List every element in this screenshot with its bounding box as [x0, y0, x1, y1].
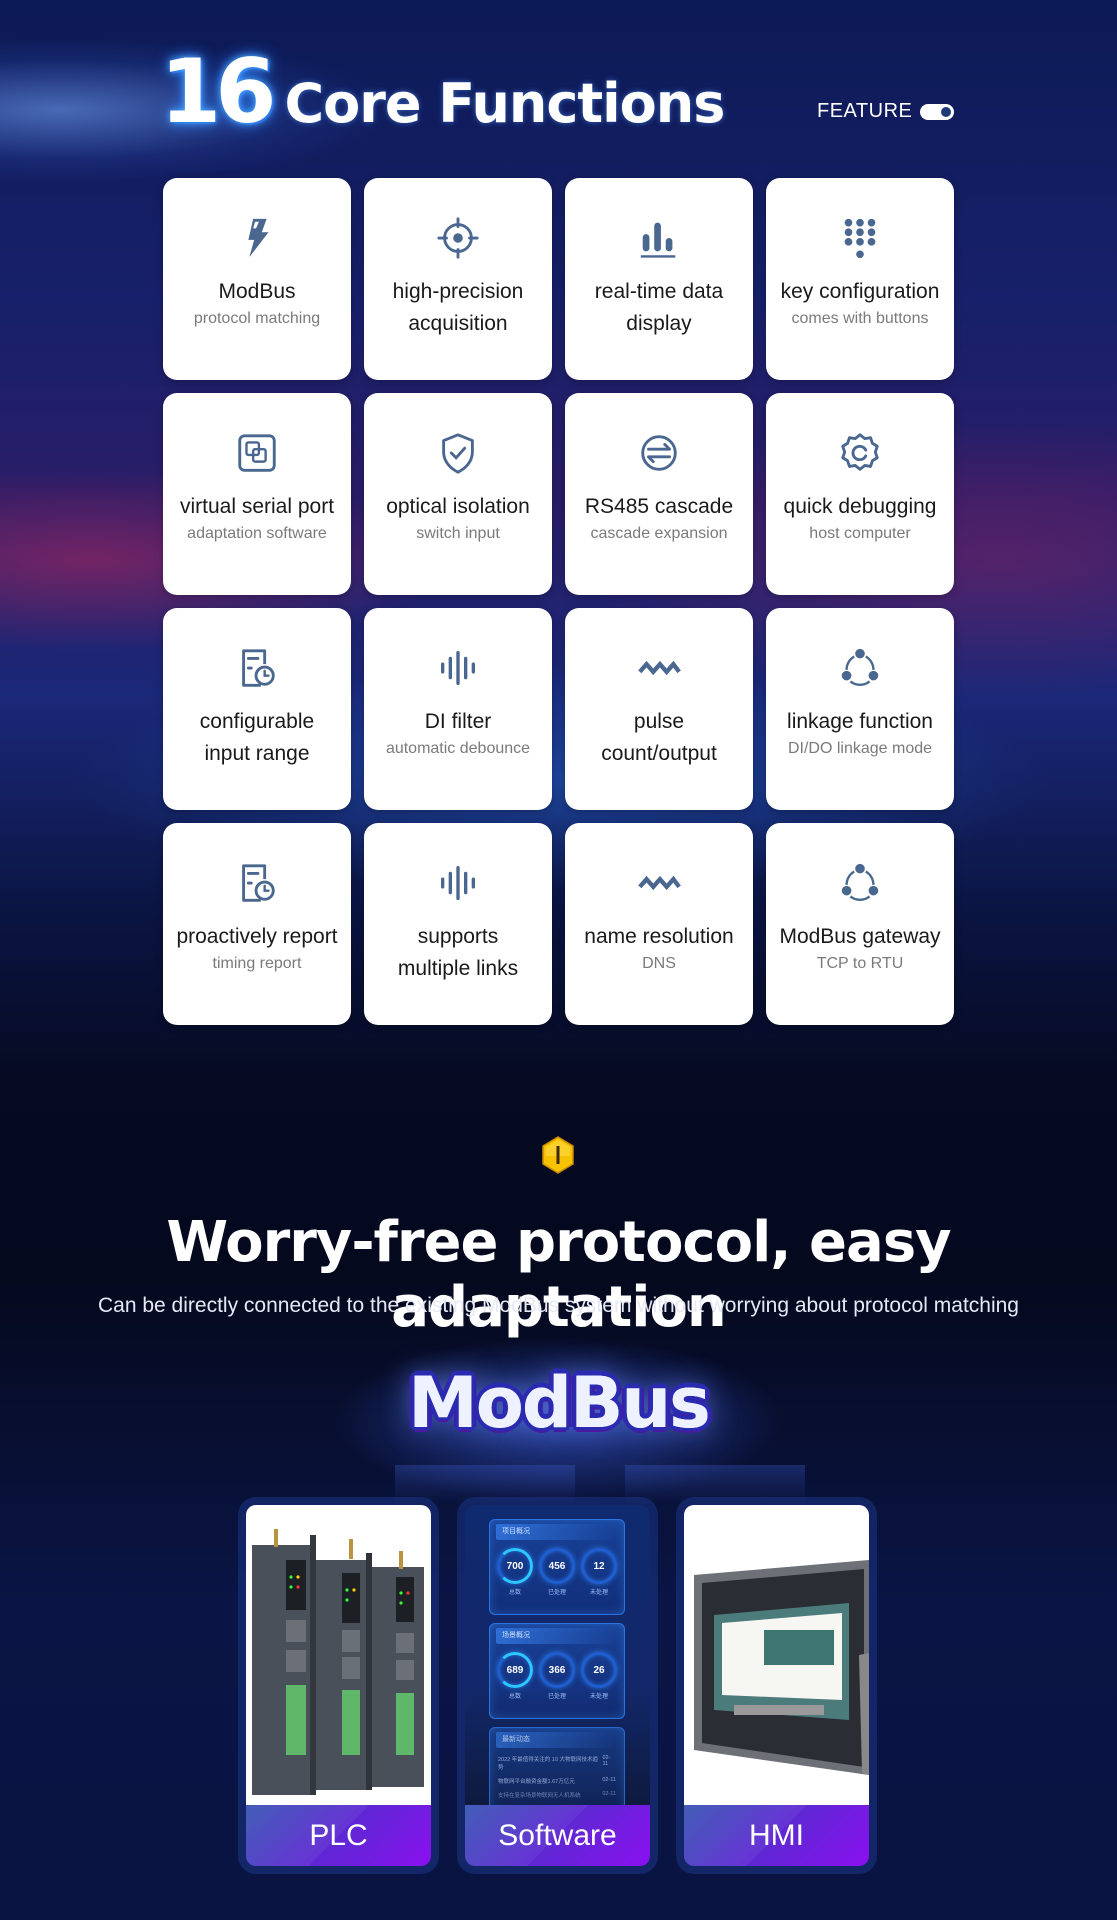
dashboard-panel: 场景概况 689 总数 366 已处理 26 未处理 [489, 1623, 625, 1719]
sound-wave-icon [434, 644, 482, 692]
device-caption: HMI [684, 1805, 869, 1866]
feature-subtitle: automatic debounce [385, 740, 531, 757]
feature-title: quick debugging [783, 495, 937, 518]
feature-subtitle: adaptation software [187, 525, 327, 542]
exchange-arrows-icon [635, 429, 683, 477]
feature-title: linkage function [787, 710, 933, 733]
feature-title: ModBus [218, 280, 296, 303]
feature-title: optical isolation [386, 495, 530, 518]
section2-subtitle: Can be directly connected to the existin… [98, 1294, 1019, 1317]
section-marker-icon [542, 1136, 574, 1174]
light-beam [625, 1465, 805, 1505]
gauge: 26 未处理 [581, 1652, 617, 1700]
gauge: 366 已处理 [539, 1652, 575, 1700]
modbus-logo: ModBus [408, 1362, 711, 1444]
plc-image [246, 1505, 431, 1805]
hmi-image [684, 1505, 869, 1805]
gauge: 12 未处理 [581, 1548, 617, 1596]
feature-card-6: optical isolation switch input [364, 393, 552, 595]
device-caption: Software [465, 1805, 650, 1866]
feature-title: virtual serial port [179, 495, 335, 518]
feature-subtitle: protocol matching [193, 310, 321, 327]
feature-title: supports multiple links [397, 925, 519, 980]
feature-card-1: ModBus protocol matching [163, 178, 351, 380]
gear-icon [836, 429, 884, 477]
feature-title: real-time data display [594, 280, 724, 335]
toggle-icon [920, 103, 955, 120]
feature-label: FEATURE [817, 100, 913, 122]
feature-title: high-precision acquisition [392, 280, 524, 335]
news-item: 物联网平台融资金额1.67万亿元 02-11 [498, 1777, 616, 1785]
feature-subtitle: cascade expansion [590, 525, 728, 542]
document-clock-icon [233, 859, 281, 907]
feature-card-10: DI filter automatic debounce [364, 608, 552, 810]
device-card-software: 项目概况 700 总数 456 已处理 12 未处理 场景概况 689 总数 366 已处… [465, 1505, 650, 1866]
section-heading: Core Functions [284, 72, 725, 135]
feature-card-8: quick debugging host computer [766, 393, 954, 595]
feature-card-12: linkage function DI/DO linkage mode [766, 608, 954, 810]
linkage-nodes-icon [836, 859, 884, 907]
lightning-icon [233, 214, 281, 262]
news-item: 2022 年最值得关注的 10 大物联网技术趋势 02-11 [498, 1755, 611, 1771]
feature-title: name resolution [584, 925, 734, 948]
feature-card-3: real-time data display [565, 178, 753, 380]
device-card-plc: PLC [246, 1505, 431, 1866]
feature-card-16: ModBus gateway TCP to RTU [766, 823, 954, 1025]
feature-subtitle: switch input [416, 525, 500, 542]
feature-card-13: proactively report timing report [163, 823, 351, 1025]
feature-title: ModBus gateway [779, 925, 941, 948]
feature-card-11: pulse count/output [565, 608, 753, 810]
feature-title: configurable input range [199, 710, 315, 765]
crosshair-icon [434, 214, 482, 262]
feature-card-4: key configuration comes with buttons [766, 178, 954, 380]
section-title: 16 Core Functions [160, 40, 725, 143]
sound-wave-icon [434, 859, 482, 907]
feature-title: RS485 cascade [584, 495, 734, 518]
feature-badge: FEATURE [817, 100, 955, 123]
device-list: PLC 项目概况 700 总数 456 已处理 12 未处理 场景概况 689 总数 3… [246, 1505, 869, 1866]
device-card-hmi: HMI [684, 1505, 869, 1866]
zigzag-wave-icon [635, 859, 683, 907]
software-dashboard: 项目概况 700 总数 456 已处理 12 未处理 场景概况 689 总数 366 已处… [465, 1505, 650, 1819]
feature-card-15: name resolution DNS [565, 823, 753, 1025]
feature-title: key configuration [780, 280, 940, 303]
document-clock-icon [233, 644, 281, 692]
section2-title: Worry-free protocol, easy adaptation [166, 1210, 951, 1340]
feature-card-9: configurable input range [163, 608, 351, 810]
feature-subtitle: timing report [212, 955, 302, 972]
feature-card-2: high-precision acquisition [364, 178, 552, 380]
feature-subtitle: DNS [642, 955, 676, 972]
dashboard-panel: 项目概况 700 总数 456 已处理 12 未处理 [489, 1519, 625, 1615]
overlap-squares-icon [233, 429, 281, 477]
linkage-nodes-icon [836, 644, 884, 692]
feature-subtitle: host computer [809, 525, 911, 542]
news-item: 支持在复杂场景物联网无人机系统 02-11 [498, 1791, 616, 1799]
gauge: 689 总数 [497, 1652, 533, 1700]
feature-subtitle: DI/DO linkage mode [787, 740, 933, 757]
gauge: 456 已处理 [539, 1548, 575, 1596]
feature-title: DI filter [424, 710, 492, 733]
keypad-icon [836, 214, 884, 262]
feature-title: proactively report [176, 925, 338, 948]
feature-card-5: virtual serial port adaptation software [163, 393, 351, 595]
feature-grid: ModBus protocol matching high-precision … [163, 178, 954, 1025]
gauge: 700 总数 [497, 1548, 533, 1596]
zigzag-wave-icon [635, 644, 683, 692]
feature-card-7: RS485 cascade cascade expansion [565, 393, 753, 595]
feature-subtitle: comes with buttons [791, 310, 929, 327]
bar-chart-icon [635, 214, 683, 262]
shield-check-icon [434, 429, 482, 477]
feature-title: pulse count/output [601, 710, 717, 765]
feature-subtitle: TCP to RTU [816, 955, 904, 972]
feature-card-14: supports multiple links [364, 823, 552, 1025]
device-caption: PLC [246, 1805, 431, 1866]
feature-count: 16 [160, 40, 276, 143]
light-beam [395, 1465, 575, 1505]
